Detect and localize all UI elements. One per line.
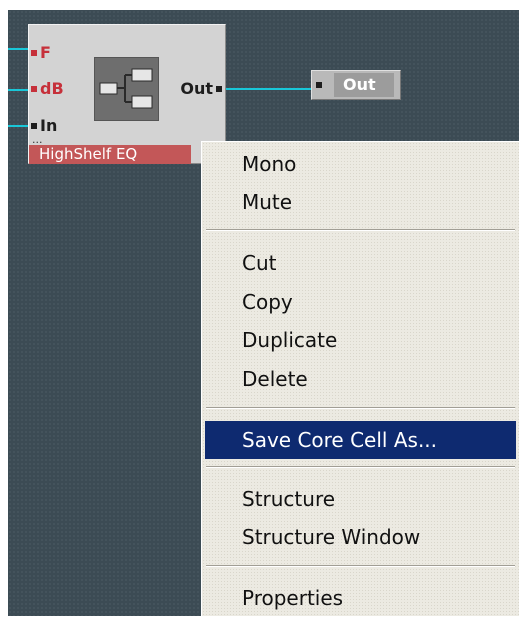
menu-item-mono[interactable]: Mono — [205, 145, 516, 183]
menu-separator — [206, 407, 515, 409]
menu-item-structure[interactable]: Structure — [205, 480, 516, 518]
wire-db-input — [8, 89, 30, 91]
input-port-db[interactable]: dB — [29, 78, 64, 100]
menu-item-mute[interactable]: Mute — [205, 183, 516, 221]
input-port-f[interactable]: F — [29, 42, 51, 64]
port-connector[interactable] — [31, 50, 37, 56]
menu-item-delete[interactable]: Delete — [205, 360, 516, 398]
output-port-out[interactable]: Out — [180, 78, 225, 100]
module-title[interactable]: HighShelf EQ — [29, 145, 191, 164]
wire-f-input — [8, 48, 30, 50]
menu-separator — [206, 229, 515, 231]
out-module[interactable]: Out — [311, 70, 401, 100]
port-connector[interactable] — [316, 82, 322, 88]
highshelf-eq-module[interactable]: F dB In ... Out HighShelf EQ — [28, 24, 226, 164]
menu-item-structure-window[interactable]: Structure Window — [205, 518, 516, 556]
menu-item-properties[interactable]: Properties — [205, 579, 516, 616]
port-connector[interactable] — [31, 86, 37, 92]
input-port-label: In — [40, 116, 58, 135]
menu-item-duplicate[interactable]: Duplicate — [205, 321, 516, 359]
menu-item-copy[interactable]: Copy — [205, 283, 516, 321]
output-port-label: Out — [180, 79, 213, 98]
more-ports-indicator: ... — [32, 133, 43, 146]
menu-item-save-core-cell-as[interactable]: Save Core Cell As... — [205, 421, 516, 459]
structure-canvas[interactable]: F dB In ... Out HighShelf EQ Out Mono Mu… — [8, 10, 519, 616]
menu-separator — [206, 565, 515, 567]
core-cell-icon — [94, 57, 159, 121]
menu-item-cut[interactable]: Cut — [205, 244, 516, 282]
wire-out-connection — [220, 88, 316, 90]
input-port-label: F — [40, 43, 51, 62]
port-connector[interactable] — [31, 123, 37, 129]
port-connector[interactable] — [216, 86, 222, 92]
context-menu: Mono Mute Cut Copy Duplicate Delete Save… — [201, 141, 519, 616]
wire-in-input — [8, 125, 30, 127]
out-module-label: Out — [334, 73, 394, 97]
menu-separator — [206, 466, 515, 468]
input-port-label: dB — [40, 79, 64, 98]
